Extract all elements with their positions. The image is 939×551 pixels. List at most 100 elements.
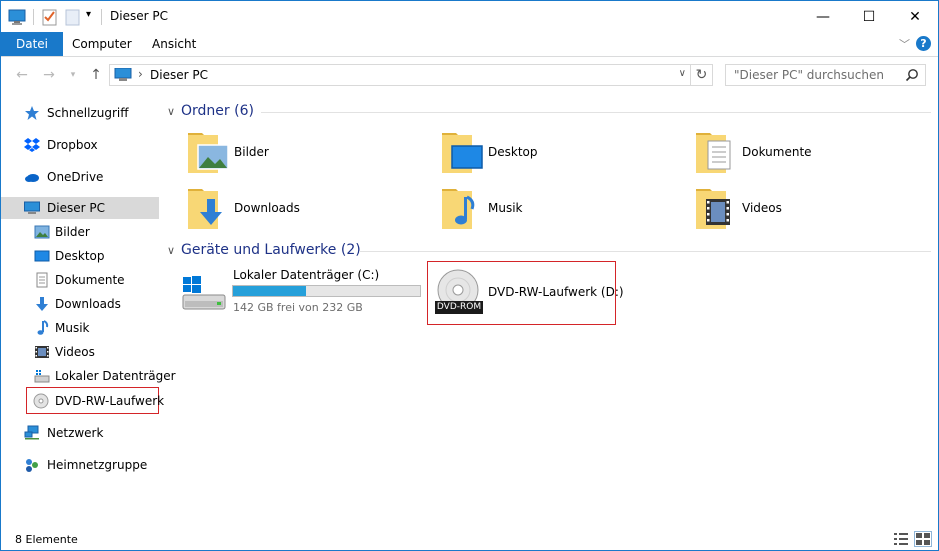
folder-label: Downloads [234,201,300,215]
help-icon[interactable]: ? [916,36,931,51]
sidebar-item-musik[interactable]: Musik [1,317,159,339]
sidebar-item-label: Desktop [55,249,105,263]
pictures-folder-icon [188,133,229,173]
sidebar-item-downloads[interactable]: Downloads [1,293,159,315]
sidebar-item-label: Bilder [55,225,90,239]
sidebar-item-onedrive[interactable]: OneDrive [1,166,159,188]
address-bar[interactable]: › Dieser PC ∨ [109,64,691,86]
computer-icon [24,201,40,214]
collapse-chevron-icon[interactable]: ∨ [167,105,181,118]
videos-icon [35,346,49,358]
group-header-laufwerke[interactable]: ∨ Geräte und Laufwerke (2) [167,242,361,258]
dvd-rom-badge: DVD-ROM [436,302,482,312]
hard-drive-icon [34,370,50,383]
sidebar-item-dropbox[interactable]: Dropbox [1,134,159,156]
sidebar-item-dvd-rw-laufwerk[interactable]: DVD-RW-Laufwerk [26,387,164,414]
downloads-icon [36,297,48,311]
details-view-icon[interactable] [893,532,909,546]
ribbon-tabs: Datei Computer Ansicht ﹀ ? [1,32,938,57]
drive-c[interactable]: Lokaler Datenträger (C:) 142 GB frei von… [179,263,425,319]
computer-icon [8,9,26,25]
navigation-pane: Schnellzugriff Dropbox OneDrive Dieser P… [1,93,176,523]
folder-dokumente[interactable]: Dokumente [694,129,934,181]
up-arrow-icon[interactable]: ↑ [86,65,106,85]
refresh-button[interactable]: ↻ [691,64,713,86]
group-divider [359,251,931,252]
drive-free-space: 142 GB frei von 232 GB [233,301,363,314]
sidebar-item-label: OneDrive [47,170,104,184]
customize-quick-access-icon[interactable]: ▾ [86,9,91,27]
folder-label: Dokumente [742,145,812,159]
forward-arrow-icon[interactable]: → [39,65,59,85]
dropbox-icon [24,138,40,152]
homegroup-icon [26,459,38,472]
drive-d[interactable]: DVD-ROM DVD-RW-Laufwerk (D:) [427,261,624,325]
cloud-icon [25,174,39,182]
music-folder-icon [442,189,475,229]
expand-ribbon-icon[interactable]: ﹀ [899,36,910,52]
address-dropdown-icon[interactable]: ∨ [679,68,686,79]
recent-locations-icon[interactable]: ▾ [63,65,83,85]
sidebar-item-label: Lokaler Datenträger [55,369,176,383]
search-placeholder: "Dieser PC" durchsuchen [734,68,884,82]
status-bar: 8 Elemente [1,529,938,550]
properties-icon[interactable] [42,8,58,26]
desktop-folder-icon [442,133,483,173]
new-folder-icon[interactable] [65,8,81,26]
tab-datei[interactable]: Datei [1,32,64,56]
sidebar-item-schnellzugriff[interactable]: Schnellzugriff [1,102,159,124]
documents-folder-icon [696,133,731,173]
sidebar-item-lokaler-datentraeger[interactable]: Lokaler Datenträger [1,365,176,387]
breadcrumb[interactable]: Dieser PC [150,68,208,82]
group-divider [261,112,931,113]
folder-label: Videos [742,201,782,215]
group-header-ordner[interactable]: ∨ Ordner (6) [167,103,254,119]
network-icon [24,425,39,440]
folder-downloads[interactable]: Downloads [186,185,426,237]
computer-icon [114,68,132,81]
desktop-icon [34,250,50,262]
sidebar-item-videos[interactable]: Videos [1,341,159,363]
sidebar-item-dieser-pc[interactable]: Dieser PC [1,197,159,219]
breadcrumb-chevron-icon[interactable]: › [138,67,143,81]
sidebar-item-label: Dokumente [55,273,125,287]
separator [33,9,34,25]
search-input[interactable]: "Dieser PC" durchsuchen [725,64,926,86]
downloads-folder-icon [188,189,222,229]
collapse-chevron-icon[interactable]: ∨ [167,244,181,257]
maximize-button[interactable]: ☐ [846,1,892,32]
sidebar-item-label: Dieser PC [47,201,105,215]
title-bar: ▾ Dieser PC — ☐ ✕ [1,1,938,32]
folder-bilder[interactable]: Bilder [186,129,426,181]
pictures-icon [34,225,50,239]
window-title: Dieser PC [110,9,168,23]
separator [101,9,102,25]
sidebar-item-heimnetzgruppe[interactable]: Heimnetzgruppe [1,454,159,476]
sidebar-item-netzwerk[interactable]: Netzwerk [1,422,159,444]
search-icon[interactable] [905,68,919,82]
minimize-button[interactable]: — [800,1,846,32]
sidebar-item-label: Dropbox [47,138,98,152]
back-arrow-icon[interactable]: ← [12,65,32,85]
sidebar-item-label: Videos [55,345,95,359]
close-button[interactable]: ✕ [892,1,938,32]
sidebar-item-dokumente[interactable]: Dokumente [1,269,159,291]
folder-videos[interactable]: Videos [694,185,934,237]
address-row: ← → ▾ ↑ › Dieser PC ∨ ↻ "Dieser PC" durc… [1,58,938,92]
content-pane: ∨ Ordner (6) Bilder Desktop Dokumente Do… [161,93,938,523]
sidebar-item-desktop[interactable]: Desktop [1,245,159,267]
tab-computer[interactable]: Computer [58,32,146,56]
folder-desktop[interactable]: Desktop [440,129,680,181]
tiles-view-icon[interactable] [914,531,932,547]
sidebar-item-bilder[interactable]: Bilder [1,221,159,243]
folder-label: Musik [488,201,523,215]
sidebar-item-label: Musik [55,321,90,335]
videos-folder-icon [696,189,730,229]
music-icon [37,320,49,335]
tab-ansicht[interactable]: Ansicht [138,32,210,56]
documents-icon [36,272,48,288]
item-count: 8 Elemente [15,533,78,546]
folder-musik[interactable]: Musik [440,185,680,237]
folder-label: Desktop [488,145,538,159]
drive-label: DVD-RW-Laufwerk (D:) [488,285,624,299]
